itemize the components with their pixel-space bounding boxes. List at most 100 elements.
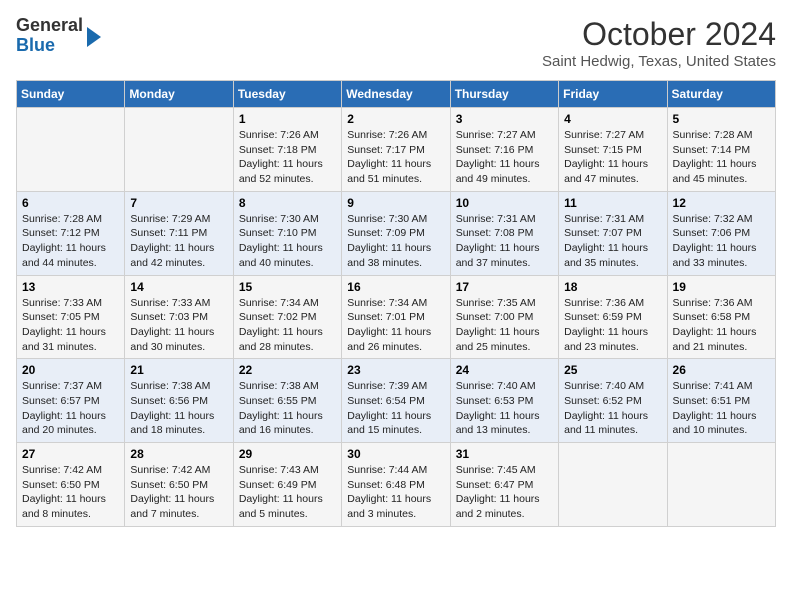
calendar-cell: 5 Sunrise: 7:28 AMSunset: 7:14 PMDaylight… bbox=[667, 108, 775, 192]
day-number: 2 bbox=[347, 112, 444, 126]
calendar-cell: 12 Sunrise: 7:32 AMSunset: 7:06 PMDayligh… bbox=[667, 191, 775, 275]
day-info: Sunrise: 7:34 AMSunset: 7:01 PMDaylight:… bbox=[347, 296, 444, 355]
calendar-cell: 18Sunrise: 7:36 AMSunset: 6:59 PMDayligh… bbox=[559, 275, 667, 359]
day-info: Sunrise: 7:32 AMSunset: 7:06 PMDaylight:… bbox=[673, 212, 770, 271]
day-number: 4 bbox=[564, 112, 661, 126]
day-info: Sunrise: 7:45 AMSunset: 6:47 PMDaylight:… bbox=[456, 463, 553, 522]
calendar-cell: 11Sunrise: 7:31 AMSunset: 7:07 PMDayligh… bbox=[559, 191, 667, 275]
day-number: 13 bbox=[22, 280, 119, 294]
page-header: General Blue October 2024 Saint Hedwig, … bbox=[16, 16, 776, 70]
calendar-header-row: SundayMondayTuesdayWednesdayThursdayFrid… bbox=[17, 81, 776, 108]
day-number: 16 bbox=[347, 280, 444, 294]
day-info: Sunrise: 7:27 AMSunset: 7:16 PMDaylight:… bbox=[456, 128, 553, 187]
day-info: Sunrise: 7:34 AMSunset: 7:02 PMDaylight:… bbox=[239, 296, 336, 355]
day-info: Sunrise: 7:26 AMSunset: 7:18 PMDaylight:… bbox=[239, 128, 336, 187]
day-number: 24 bbox=[456, 363, 553, 377]
calendar-cell: 2 Sunrise: 7:26 AMSunset: 7:17 PMDaylight… bbox=[342, 108, 450, 192]
day-info: Sunrise: 7:42 AMSunset: 6:50 PMDaylight:… bbox=[130, 463, 227, 522]
day-number: 10 bbox=[456, 196, 553, 210]
calendar-cell: 4 Sunrise: 7:27 AMSunset: 7:15 PMDaylight… bbox=[559, 108, 667, 192]
day-number: 28 bbox=[130, 447, 227, 461]
day-info: Sunrise: 7:26 AMSunset: 7:17 PMDaylight:… bbox=[347, 128, 444, 187]
calendar-cell: 1 Sunrise: 7:26 AMSunset: 7:18 PMDaylight… bbox=[233, 108, 341, 192]
calendar-cell: 23Sunrise: 7:39 AMSunset: 6:54 PMDayligh… bbox=[342, 359, 450, 443]
calendar-cell bbox=[667, 443, 775, 527]
calendar-week-row: 20Sunrise: 7:37 AMSunset: 6:57 PMDayligh… bbox=[17, 359, 776, 443]
calendar-cell: 15 Sunrise: 7:34 AMSunset: 7:02 PMDayligh… bbox=[233, 275, 341, 359]
calendar-cell: 17 Sunrise: 7:35 AMSunset: 7:00 PMDayligh… bbox=[450, 275, 558, 359]
calendar-cell: 3Sunrise: 7:27 AMSunset: 7:16 PMDaylight… bbox=[450, 108, 558, 192]
day-number: 31 bbox=[456, 447, 553, 461]
day-number: 21 bbox=[130, 363, 227, 377]
calendar-cell: 8 Sunrise: 7:30 AMSunset: 7:10 PMDaylight… bbox=[233, 191, 341, 275]
calendar-cell: 29Sunrise: 7:43 AMSunset: 6:49 PMDayligh… bbox=[233, 443, 341, 527]
day-info: Sunrise: 7:31 AMSunset: 7:08 PMDaylight:… bbox=[456, 212, 553, 271]
page-title: October 2024 bbox=[542, 16, 776, 53]
day-number: 30 bbox=[347, 447, 444, 461]
day-info: Sunrise: 7:28 AMSunset: 7:14 PMDaylight:… bbox=[673, 128, 770, 187]
calendar-cell: 20Sunrise: 7:37 AMSunset: 6:57 PMDayligh… bbox=[17, 359, 125, 443]
day-number: 20 bbox=[22, 363, 119, 377]
col-header-wednesday: Wednesday bbox=[342, 81, 450, 108]
day-number: 5 bbox=[673, 112, 770, 126]
col-header-monday: Monday bbox=[125, 81, 233, 108]
logo-blue: Blue bbox=[16, 35, 55, 55]
calendar-cell: 22 Sunrise: 7:38 AMSunset: 6:55 PMDayligh… bbox=[233, 359, 341, 443]
calendar-cell: 14Sunrise: 7:33 AMSunset: 7:03 PMDayligh… bbox=[125, 275, 233, 359]
calendar-cell: 24 Sunrise: 7:40 AMSunset: 6:53 PMDayligh… bbox=[450, 359, 558, 443]
day-number: 8 bbox=[239, 196, 336, 210]
day-number: 26 bbox=[673, 363, 770, 377]
day-number: 17 bbox=[456, 280, 553, 294]
day-info: Sunrise: 7:33 AMSunset: 7:05 PMDaylight:… bbox=[22, 296, 119, 355]
calendar-cell: 7 Sunrise: 7:29 AMSunset: 7:11 PMDaylight… bbox=[125, 191, 233, 275]
day-number: 15 bbox=[239, 280, 336, 294]
day-number: 12 bbox=[673, 196, 770, 210]
day-info: Sunrise: 7:36 AMSunset: 6:59 PMDaylight:… bbox=[564, 296, 661, 355]
calendar-week-row: 1 Sunrise: 7:26 AMSunset: 7:18 PMDaylight… bbox=[17, 108, 776, 192]
day-info: Sunrise: 7:29 AMSunset: 7:11 PMDaylight:… bbox=[130, 212, 227, 271]
day-number: 9 bbox=[347, 196, 444, 210]
calendar-cell: 27 Sunrise: 7:42 AMSunset: 6:50 PMDayligh… bbox=[17, 443, 125, 527]
calendar-cell bbox=[125, 108, 233, 192]
day-number: 1 bbox=[239, 112, 336, 126]
day-number: 23 bbox=[347, 363, 444, 377]
page-subtitle: Saint Hedwig, Texas, United States bbox=[542, 53, 776, 70]
day-info: Sunrise: 7:42 AMSunset: 6:50 PMDaylight:… bbox=[22, 463, 119, 522]
day-info: Sunrise: 7:27 AMSunset: 7:15 PMDaylight:… bbox=[564, 128, 661, 187]
day-info: Sunrise: 7:35 AMSunset: 7:00 PMDaylight:… bbox=[456, 296, 553, 355]
day-info: Sunrise: 7:36 AMSunset: 6:58 PMDaylight:… bbox=[673, 296, 770, 355]
title-block: October 2024 Saint Hedwig, Texas, United… bbox=[542, 16, 776, 70]
day-number: 14 bbox=[130, 280, 227, 294]
calendar-table: SundayMondayTuesdayWednesdayThursdayFrid… bbox=[16, 80, 776, 527]
calendar-cell: 28 Sunrise: 7:42 AMSunset: 6:50 PMDayligh… bbox=[125, 443, 233, 527]
calendar-cell: 9Sunrise: 7:30 AMSunset: 7:09 PMDaylight… bbox=[342, 191, 450, 275]
col-header-sunday: Sunday bbox=[17, 81, 125, 108]
day-info: Sunrise: 7:44 AMSunset: 6:48 PMDaylight:… bbox=[347, 463, 444, 522]
logo: General Blue bbox=[16, 16, 101, 56]
col-header-friday: Friday bbox=[559, 81, 667, 108]
day-number: 22 bbox=[239, 363, 336, 377]
day-info: Sunrise: 7:30 AMSunset: 7:10 PMDaylight:… bbox=[239, 212, 336, 271]
day-info: Sunrise: 7:40 AMSunset: 6:53 PMDaylight:… bbox=[456, 379, 553, 438]
logo-text: General Blue bbox=[16, 16, 83, 56]
calendar-cell: 21Sunrise: 7:38 AMSunset: 6:56 PMDayligh… bbox=[125, 359, 233, 443]
calendar-cell: 31 Sunrise: 7:45 AMSunset: 6:47 PMDayligh… bbox=[450, 443, 558, 527]
day-info: Sunrise: 7:43 AMSunset: 6:49 PMDaylight:… bbox=[239, 463, 336, 522]
logo-general: General bbox=[16, 15, 83, 35]
day-number: 27 bbox=[22, 447, 119, 461]
calendar-cell bbox=[559, 443, 667, 527]
day-info: Sunrise: 7:38 AMSunset: 6:55 PMDaylight:… bbox=[239, 379, 336, 438]
day-info: Sunrise: 7:28 AMSunset: 7:12 PMDaylight:… bbox=[22, 212, 119, 271]
col-header-tuesday: Tuesday bbox=[233, 81, 341, 108]
calendar-cell: 19 Sunrise: 7:36 AMSunset: 6:58 PMDayligh… bbox=[667, 275, 775, 359]
col-header-saturday: Saturday bbox=[667, 81, 775, 108]
calendar-cell: 30 Sunrise: 7:44 AMSunset: 6:48 PMDayligh… bbox=[342, 443, 450, 527]
day-number: 6 bbox=[22, 196, 119, 210]
col-header-thursday: Thursday bbox=[450, 81, 558, 108]
day-number: 19 bbox=[673, 280, 770, 294]
calendar-cell: 6 Sunrise: 7:28 AMSunset: 7:12 PMDaylight… bbox=[17, 191, 125, 275]
logo-arrow-icon bbox=[87, 27, 101, 47]
day-number: 7 bbox=[130, 196, 227, 210]
calendar-cell: 10 Sunrise: 7:31 AMSunset: 7:08 PMDayligh… bbox=[450, 191, 558, 275]
calendar-cell: 26Sunrise: 7:41 AMSunset: 6:51 PMDayligh… bbox=[667, 359, 775, 443]
